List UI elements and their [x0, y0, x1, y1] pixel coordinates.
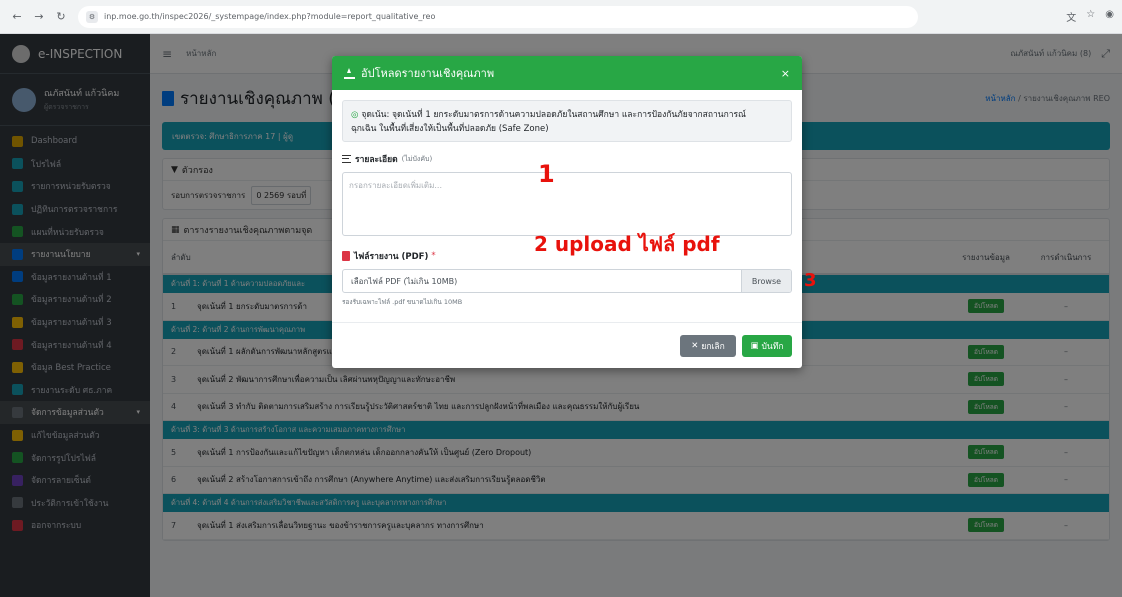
close-icon[interactable]: ×: [781, 67, 790, 80]
cancel-button[interactable]: ✕ ยกเลิก: [680, 334, 736, 357]
screen: ← → ↻ ⚙ inp.moe.go.th/inspec2026/_system…: [0, 0, 1122, 597]
back-icon[interactable]: ←: [8, 8, 26, 26]
modal-header: อัปโหลดรายงานเชิงคุณภาพ ×: [332, 56, 802, 90]
file-input[interactable]: เลือกไฟล์ PDF (ไม่เกิน 10MB) Browse: [342, 269, 792, 293]
browser-toolbar: ← → ↻ ⚙ inp.moe.go.th/inspec2026/_system…: [0, 0, 1122, 34]
file-help-text: รองรับเฉพาะไฟล์ .pdf ขนาดไม่เกิน 10MB: [342, 298, 463, 306]
profile-icon[interactable]: ◉: [1105, 9, 1114, 24]
browse-button[interactable]: Browse: [741, 270, 791, 292]
pdf-file-icon: [342, 251, 350, 261]
x-icon: ✕: [691, 340, 699, 351]
align-left-icon: [342, 155, 351, 163]
modal-title: อัปโหลดรายงานเชิงคุณภาพ: [361, 67, 495, 80]
save-button[interactable]: ▣ บันทึก: [742, 334, 792, 357]
upload-icon: [344, 67, 355, 79]
annotation-2: 2 upload ไฟล์ pdf: [534, 232, 720, 256]
forward-icon[interactable]: →: [30, 8, 48, 26]
address-bar[interactable]: ⚙ inp.moe.go.th/inspec2026/_systempage/i…: [78, 5, 918, 28]
modal-body: ◎ จุดเน้น: จุดเน้นที่ 1 ยกระดับมาตรการด้า…: [332, 90, 802, 307]
annotation-3: 3: [804, 270, 817, 291]
detail-label: รายละเอียด (ไม่บังคับ): [342, 152, 792, 166]
annotation-1: 1: [538, 160, 555, 188]
site-info-icon[interactable]: ⚙: [86, 10, 98, 23]
translate-icon[interactable]: 文: [1066, 9, 1076, 24]
detail-textarea[interactable]: [342, 172, 792, 236]
bookmark-star-icon[interactable]: ☆: [1086, 9, 1095, 24]
target-icon: ◎: [351, 110, 359, 120]
save-icon: ▣: [750, 340, 759, 351]
reload-icon[interactable]: ↻: [52, 8, 70, 26]
file-placeholder: เลือกไฟล์ PDF (ไม่เกิน 10MB): [351, 276, 458, 286]
upload-modal: อัปโหลดรายงานเชิงคุณภาพ × ◎ จุดเน้น: จุดเ…: [332, 56, 802, 368]
url-text: inp.moe.go.th/inspec2026/_systempage/ind…: [104, 12, 436, 21]
modal-footer: ✕ ยกเลิก ▣ บันทึก: [332, 322, 802, 368]
focus-info: ◎ จุดเน้น: จุดเน้นที่ 1 ยกระดับมาตรการด้า…: [342, 100, 792, 142]
